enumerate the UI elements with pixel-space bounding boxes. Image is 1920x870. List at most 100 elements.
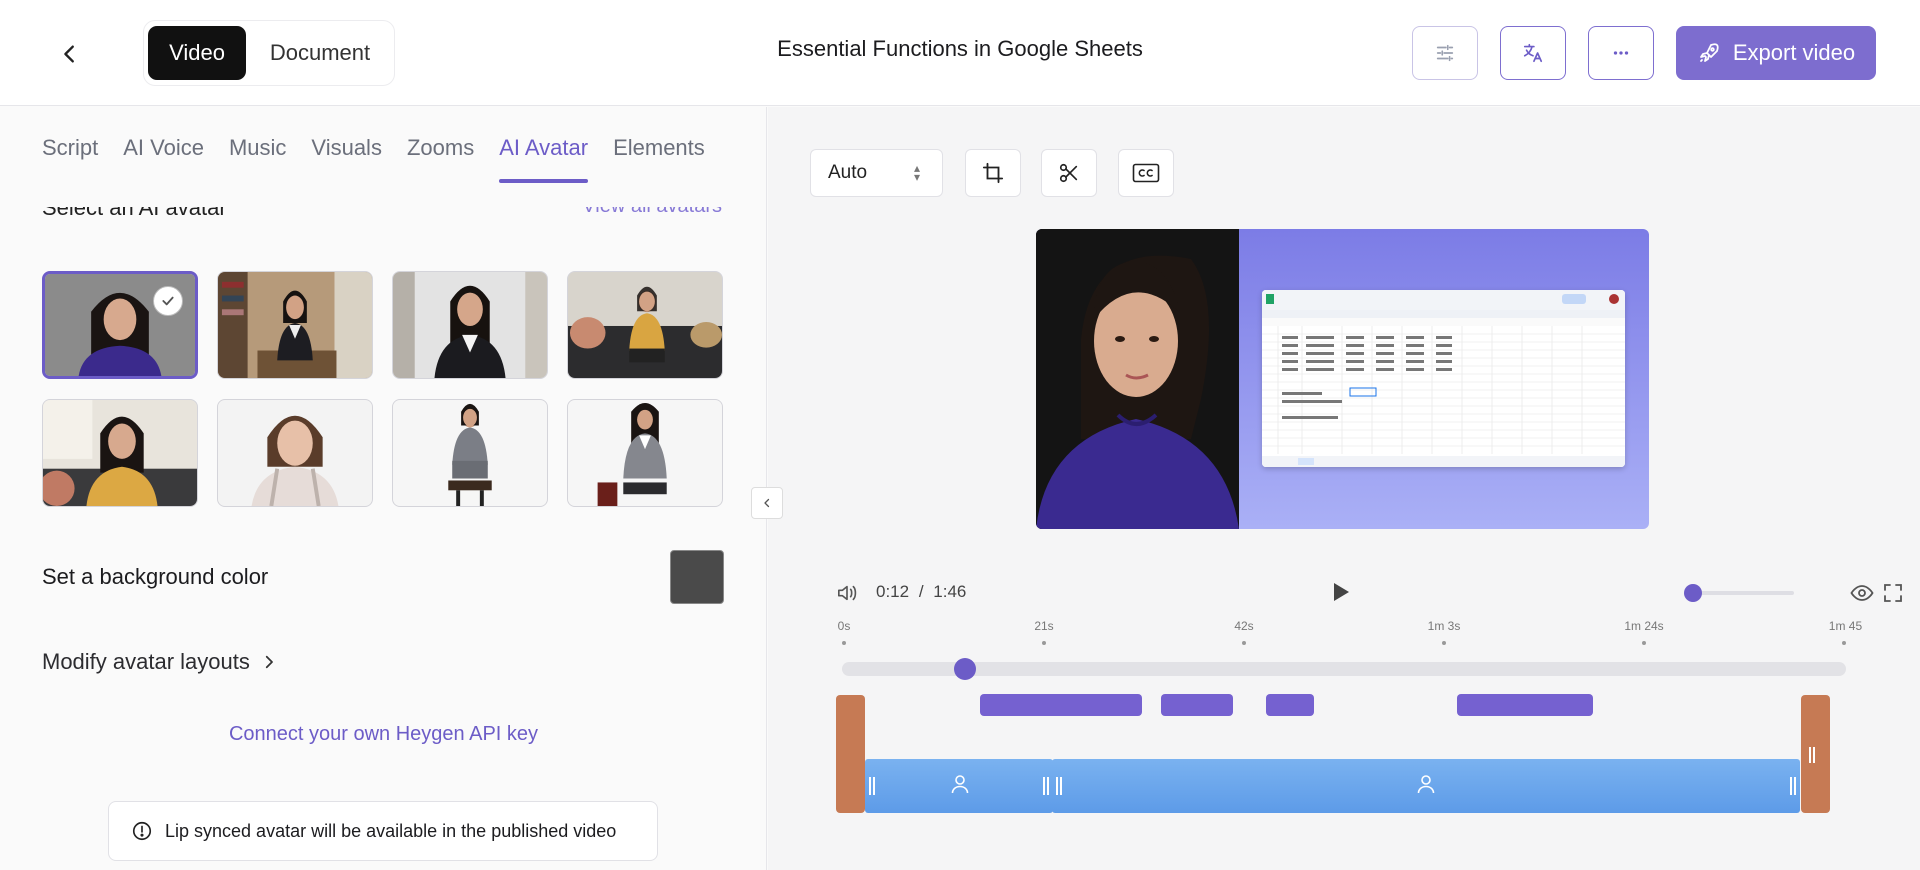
playhead-knob[interactable] <box>954 658 976 680</box>
ruler-tick <box>1042 641 1046 645</box>
outro-clip[interactable] <box>1801 695 1830 813</box>
ruler-label: 0s <box>837 619 851 633</box>
mode-document-button[interactable]: Document <box>250 26 390 80</box>
translate-button[interactable] <box>1500 26 1566 80</box>
mode-toggle: Video Document <box>143 20 395 86</box>
avatar-option[interactable] <box>392 399 548 507</box>
playhead-track[interactable] <box>842 658 1846 680</box>
zoom-clip[interactable] <box>980 694 1142 716</box>
clip-drag-handle[interactable] <box>1790 777 1796 795</box>
export-video-button[interactable]: Export video <box>1676 26 1876 80</box>
tab-elements[interactable]: Elements <box>613 135 705 181</box>
avatar-thumbnail <box>568 400 722 506</box>
avatar-thumbnail <box>218 272 372 378</box>
collapse-panel-button[interactable] <box>751 487 783 519</box>
volume-icon[interactable] <box>836 583 858 603</box>
zoom-clip[interactable] <box>1266 694 1314 716</box>
avatar-option[interactable] <box>42 399 198 507</box>
selected-check-icon <box>153 286 183 316</box>
avatar-option[interactable] <box>392 271 548 379</box>
fullscreen-icon[interactable] <box>1883 583 1903 603</box>
video-preview[interactable] <box>1036 229 1649 529</box>
time-separator: / <box>918 582 924 601</box>
tab-ai-voice[interactable]: AI Voice <box>123 135 204 181</box>
settings-button[interactable] <box>1412 26 1478 80</box>
clip-drag-handle[interactable] <box>1809 747 1815 763</box>
avatar-option[interactable] <box>567 399 723 507</box>
background-color-swatch[interactable] <box>670 550 724 604</box>
timeline-zoom-slider[interactable] <box>1684 584 1794 602</box>
ruler-label: 42s <box>1234 619 1254 633</box>
player-controls: 0:12 / 1:46 <box>830 575 1902 611</box>
info-icon <box>132 821 152 841</box>
mode-video-button[interactable]: Video <box>148 26 246 80</box>
time-display: 0:12 / 1:46 <box>876 582 966 602</box>
avatar-image <box>1036 229 1239 529</box>
view-all-avatars-link[interactable]: View all avatars <box>582 207 722 218</box>
tab-visuals[interactable]: Visuals <box>311 135 382 181</box>
updown-chevron-icon: ▴ ▾ <box>913 161 920 184</box>
avatar-thumbnail <box>393 272 547 378</box>
captions-icon <box>1132 163 1160 183</box>
editor-tabs: Script AI Voice Music Visuals Zooms AI A… <box>42 135 730 183</box>
avatar-thumbnail <box>218 400 372 506</box>
avatar-option[interactable] <box>567 271 723 379</box>
tab-zooms[interactable]: Zooms <box>407 135 474 181</box>
avatar-option[interactable] <box>217 399 373 507</box>
person-icon <box>1417 775 1435 794</box>
chevron-left-icon <box>64 45 74 63</box>
left-panel: Select an AI avatar View all avatars Scr… <box>0 107 767 870</box>
avatar-clip[interactable] <box>865 759 1053 813</box>
play-icon[interactable] <box>1330 580 1352 604</box>
avatar-thumbnail <box>568 272 722 378</box>
ruler-tick <box>1842 641 1846 645</box>
slider-knob[interactable] <box>1684 584 1702 602</box>
clip-drag-handle[interactable] <box>869 777 875 795</box>
section-title: Select an AI avatar <box>42 195 227 220</box>
current-time: 0:12 <box>876 582 910 601</box>
captions-button[interactable] <box>1118 149 1174 197</box>
aspect-ratio-select[interactable]: Auto ▴ ▾ <box>810 149 943 197</box>
preview-panel: Auto ▴ ▾ 0:12 / 1:46 0s 21s 42s 1m 3s 1m… <box>768 107 1920 870</box>
clip-drag-handle[interactable] <box>1056 777 1062 795</box>
background-color-label: Set a background color <box>42 564 269 589</box>
spreadsheet-image <box>1262 290 1625 467</box>
tab-music[interactable]: Music <box>229 135 286 181</box>
crop-button[interactable] <box>965 149 1021 197</box>
avatar-grid <box>42 271 723 507</box>
more-options-button[interactable] <box>1588 26 1654 80</box>
tab-ai-avatar[interactable]: AI Avatar <box>499 135 588 183</box>
modify-avatar-layouts-button[interactable]: Modify avatar layouts <box>42 649 278 675</box>
ruler-tick <box>1642 641 1646 645</box>
ruler-label: 1m 3s <box>1427 619 1461 633</box>
avatar-thumbnail <box>43 400 197 506</box>
ruler-tick <box>842 641 846 645</box>
notice-text: Lip synced avatar will be available in t… <box>165 820 617 841</box>
zoom-clip[interactable] <box>1161 694 1233 716</box>
video-title[interactable]: Essential Functions in Google Sheets <box>760 36 1160 62</box>
crop-icon <box>982 162 1004 184</box>
cut-button[interactable] <box>1041 149 1097 197</box>
zoom-clip[interactable] <box>1457 694 1593 716</box>
scissors-icon <box>1059 163 1078 183</box>
top-bar: Video Document Essential Functions in Go… <box>0 0 1920 106</box>
modify-avatar-layouts-label: Modify avatar layouts <box>42 649 250 674</box>
eye-icon[interactable] <box>1850 583 1874 603</box>
ruler-tick <box>1442 641 1446 645</box>
intro-clip[interactable] <box>836 695 865 813</box>
person-icon <box>951 775 969 794</box>
spreadsheet-screenshot <box>1262 290 1625 467</box>
back-button[interactable] <box>50 34 90 74</box>
translate-icon <box>1523 43 1543 63</box>
tab-script[interactable]: Script <box>42 135 98 181</box>
ruler-label: 1m 24s <box>1624 619 1664 633</box>
total-time: 1:46 <box>933 582 967 601</box>
avatar-clip[interactable] <box>1052 759 1800 813</box>
ruler-label: 1m 45 <box>1828 619 1863 633</box>
clip-drag-handle[interactable] <box>1043 777 1049 795</box>
connect-heygen-api-link[interactable]: Connect your own Heygen API key <box>0 723 766 746</box>
aspect-ratio-value: Auto <box>828 162 868 183</box>
avatar-option[interactable] <box>42 271 198 379</box>
avatar-thumbnail <box>393 400 547 506</box>
avatar-option[interactable] <box>217 271 373 379</box>
